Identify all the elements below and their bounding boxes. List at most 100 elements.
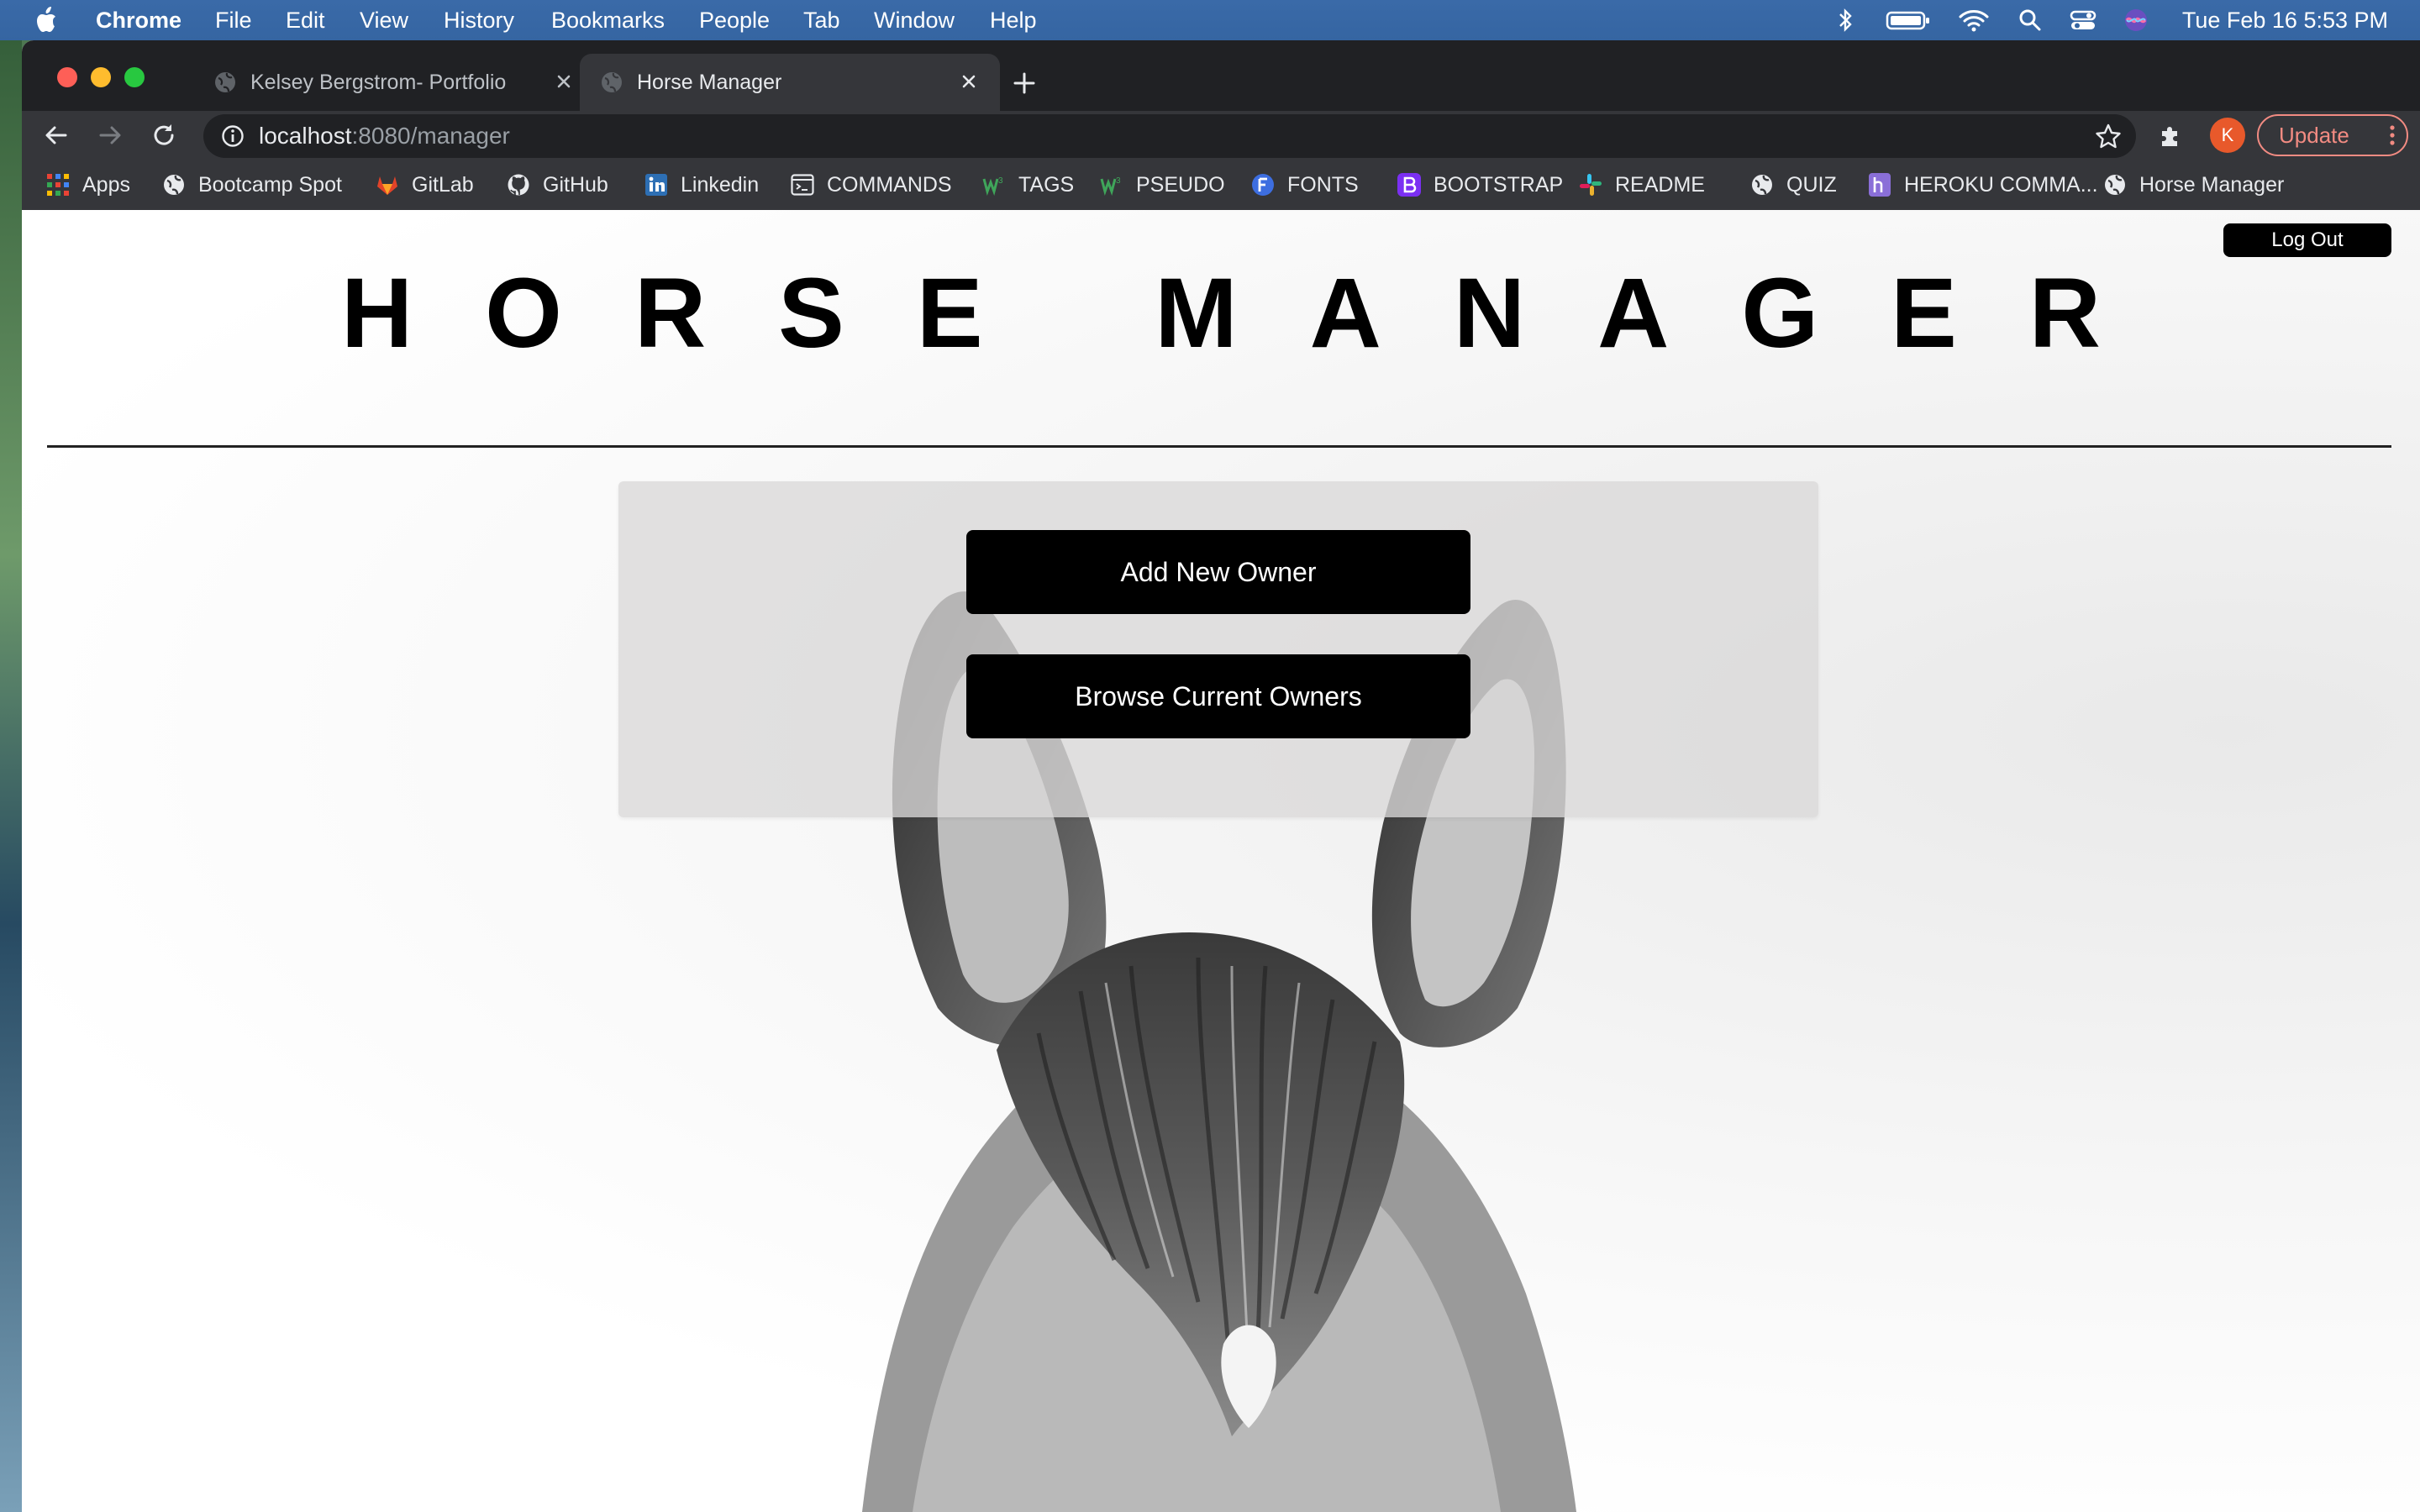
profile-avatar[interactable]: K: [2210, 118, 2245, 153]
url-text[interactable]: localhost:8080/manager: [259, 123, 510, 150]
globe-icon: [602, 72, 622, 92]
globe-icon: [2105, 175, 2125, 195]
extensions-puzzle-icon[interactable]: [2156, 121, 2185, 150]
logout-button[interactable]: Log Out: [2223, 223, 2391, 257]
tab-horse-manager-label: Horse Manager: [637, 71, 782, 94]
browser-toolbar: localhost:8080/manager K Update: [22, 111, 2420, 160]
reload-icon[interactable]: [150, 121, 178, 150]
maximize-window-button[interactable]: [124, 67, 145, 87]
browser-window: Kelsey Bergstrom- Portfolio Horse Manage…: [22, 40, 2420, 1512]
back-arrow-icon[interactable]: [42, 121, 71, 150]
control-center-icon[interactable]: [2069, 7, 2097, 34]
globe-icon: [215, 72, 235, 92]
wifi-icon[interactable]: [1958, 7, 1990, 34]
menu-file[interactable]: File: [215, 7, 252, 34]
heroku-icon: [1869, 173, 1891, 197]
bootstrap-icon: [1397, 173, 1421, 197]
w3schools-icon: 3: [1100, 176, 1121, 196]
desktop-wallpaper: [0, 40, 22, 1512]
siri-icon[interactable]: [2123, 7, 2149, 34]
bookmark-gitlab[interactable]: GitLab: [375, 171, 474, 199]
bookmark-label: README: [1615, 172, 1705, 197]
linkedin-icon: [645, 174, 667, 196]
bookmark-label: GitLab: [412, 172, 474, 197]
bookmark-tags[interactable]: 3 TAGS: [981, 171, 1074, 199]
bookmark-label: Linkedin: [681, 172, 760, 197]
address-bar[interactable]: localhost:8080/manager: [203, 114, 2136, 158]
fonts-icon: [1252, 174, 1274, 196]
macos-menubar: Chrome File Edit View History Bookmarks …: [0, 0, 2420, 40]
bookmark-label: GitHub: [543, 172, 608, 197]
close-tab-icon[interactable]: [550, 67, 578, 96]
apple-logo-icon[interactable]: [34, 5, 62, 35]
tab-strip: Kelsey Bergstrom- Portfolio Horse Manage…: [22, 40, 2420, 111]
gitlab-icon: [377, 176, 397, 195]
menu-edit[interactable]: Edit: [286, 7, 325, 34]
bookmarks-bar: Apps Bootcamp Spot GitLab GitHub Linkedi…: [22, 160, 2420, 210]
update-label: Update: [2279, 123, 2349, 148]
bookmark-label: COMMANDS: [827, 172, 952, 197]
menu-bookmarks[interactable]: Bookmarks: [551, 7, 665, 34]
bookmark-pseudo[interactable]: 3 PSEUDO: [1099, 171, 1225, 199]
add-new-owner-button[interactable]: Add New Owner: [966, 530, 1470, 614]
bookmark-bootcamp-spot[interactable]: Bootcamp Spot: [161, 171, 342, 199]
page-title: HORSE MANAGER: [340, 258, 2174, 369]
bookmark-star-icon[interactable]: [2094, 122, 2123, 150]
browse-current-owners-button[interactable]: Browse Current Owners: [966, 654, 1470, 738]
chrome-update-button[interactable]: Update: [2257, 114, 2408, 156]
more-vertical-icon[interactable]: [2388, 124, 2396, 146]
bookmark-quiz[interactable]: QUIZ: [1749, 171, 1837, 199]
bookmark-heroku-commands[interactable]: HEROKU COMMA...: [1867, 171, 2098, 199]
bookmark-label: Bootcamp Spot: [198, 172, 342, 197]
bookmark-label: Horse Manager: [2139, 172, 2285, 197]
bookmark-label: FONTS: [1287, 172, 1359, 197]
bookmark-fonts[interactable]: FONTS: [1250, 171, 1359, 199]
bookmark-label: BOOTSTRAP: [1434, 172, 1564, 197]
menu-view[interactable]: View: [360, 7, 408, 34]
battery-icon[interactable]: [1886, 7, 1931, 34]
svg-text:3: 3: [998, 176, 1003, 186]
menu-help[interactable]: Help: [990, 7, 1037, 34]
bookmark-readme[interactable]: README: [1578, 171, 1705, 199]
bookmark-apps[interactable]: Apps: [45, 171, 130, 199]
page-viewport: Log Out HORSE MANAGER Add New Owner Brow…: [22, 210, 2420, 1512]
menu-history[interactable]: History: [444, 7, 514, 34]
tab-portfolio[interactable]: Kelsey Bergstrom- Portfolio: [193, 54, 597, 111]
bookmark-commands[interactable]: COMMANDS: [790, 171, 952, 199]
owner-actions-panel: Add New Owner Browse Current Owners: [618, 481, 1818, 817]
bluetooth-icon[interactable]: [1832, 7, 1859, 34]
terminal-icon: [791, 174, 814, 196]
bookmark-label: HEROKU COMMA...: [1904, 172, 2098, 197]
menu-tab[interactable]: Tab: [803, 7, 840, 34]
site-info-icon[interactable]: [220, 123, 245, 149]
w3schools-icon: 3: [982, 176, 1003, 196]
tab-horse-manager[interactable]: Horse Manager: [580, 54, 1000, 111]
spotlight-search-icon[interactable]: [2017, 7, 2044, 34]
bookmark-horse-manager[interactable]: Horse Manager: [2102, 171, 2284, 199]
title-divider: [47, 445, 2391, 448]
menubar-clock[interactable]: Tue Feb 16 5:53 PM: [2182, 7, 2388, 34]
close-tab-icon[interactable]: [955, 67, 983, 96]
svg-text:3: 3: [1116, 176, 1121, 186]
menu-people[interactable]: People: [699, 7, 770, 34]
url-host: localhost: [259, 123, 352, 149]
globe-icon: [1752, 175, 1772, 195]
apps-grid-icon: [47, 174, 69, 196]
bookmark-label: Apps: [82, 172, 130, 197]
new-tab-icon[interactable]: [1010, 69, 1039, 97]
bookmark-linkedin[interactable]: Linkedin: [644, 171, 759, 199]
slack-icon: [1580, 174, 1602, 196]
bookmark-label: PSEUDO: [1136, 172, 1225, 197]
url-path: :8080/manager: [351, 123, 510, 149]
bookmark-github[interactable]: GitHub: [506, 171, 608, 199]
horse-head-background-image: [862, 591, 1576, 1512]
close-window-button[interactable]: [57, 67, 77, 87]
tab-portfolio-label: Kelsey Bergstrom- Portfolio: [250, 71, 507, 94]
globe-icon: [164, 175, 184, 195]
bookmark-bootstrap[interactable]: BOOTSTRAP: [1397, 171, 1563, 199]
menu-app-name[interactable]: Chrome: [96, 7, 182, 34]
menu-window[interactable]: Window: [874, 7, 955, 34]
forward-arrow-icon[interactable]: [96, 121, 124, 150]
minimize-window-button[interactable]: [91, 67, 111, 87]
bookmark-label: QUIZ: [1786, 172, 1837, 197]
